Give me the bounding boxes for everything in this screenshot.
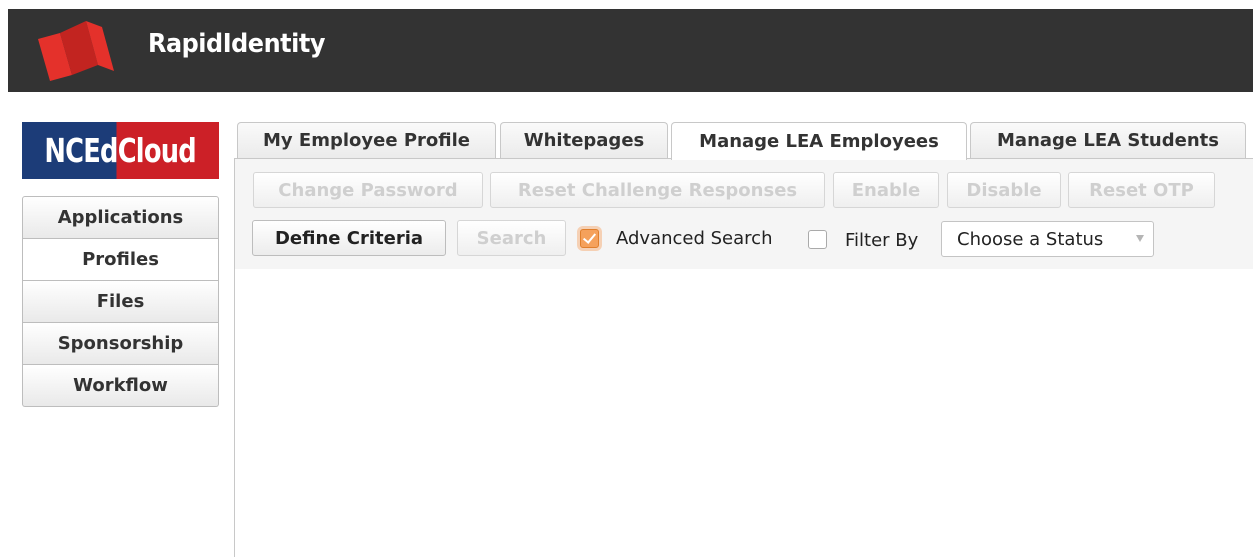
- filter-by-label: Filter By: [845, 230, 919, 251]
- tab-whitepages[interactable]: Whitepages: [500, 122, 668, 158]
- define-criteria-button[interactable]: Define Criteria: [252, 220, 446, 256]
- chevron-down-icon: [1136, 235, 1144, 242]
- advanced-search-label: Advanced Search: [616, 228, 773, 249]
- disable-button[interactable]: Disable: [947, 172, 1061, 208]
- tab-manage-lea-employees[interactable]: Manage LEA Employees: [671, 122, 967, 160]
- check-icon: [582, 230, 597, 244]
- status-select-value: Choose a Status: [957, 228, 1104, 250]
- app-header: RapidIdentity: [8, 9, 1253, 92]
- app-title: RapidIdentity: [148, 29, 325, 59]
- tab-my-employee-profile[interactable]: My Employee Profile: [237, 122, 496, 158]
- advanced-search-checkbox[interactable]: [580, 229, 599, 248]
- ncedcloud-logo: NCEdCloud: [22, 122, 219, 179]
- tab-manage-lea-students[interactable]: Manage LEA Students: [970, 122, 1246, 158]
- sidebar-item-profiles[interactable]: Profiles: [22, 239, 219, 281]
- sidebar-item-workflow[interactable]: Workflow: [22, 365, 219, 407]
- reset-otp-button[interactable]: Reset OTP: [1068, 172, 1215, 208]
- rapididentity-logo-icon: [38, 21, 114, 81]
- sidebar-nav: Applications Profiles Files Sponsorship …: [22, 196, 219, 407]
- sidebar-item-files[interactable]: Files: [22, 281, 219, 323]
- sidebar-item-applications[interactable]: Applications: [22, 196, 219, 239]
- change-password-button[interactable]: Change Password: [253, 172, 483, 208]
- search-button[interactable]: Search: [457, 220, 566, 256]
- status-select[interactable]: Choose a Status: [941, 221, 1154, 257]
- ncedcloud-logo-text: NCEdCloud: [44, 131, 197, 170]
- filter-by-checkbox[interactable]: [808, 230, 827, 249]
- enable-button[interactable]: Enable: [833, 172, 939, 208]
- sidebar-item-sponsorship[interactable]: Sponsorship: [22, 323, 219, 365]
- reset-challenge-responses-button[interactable]: Reset Challenge Responses: [490, 172, 825, 208]
